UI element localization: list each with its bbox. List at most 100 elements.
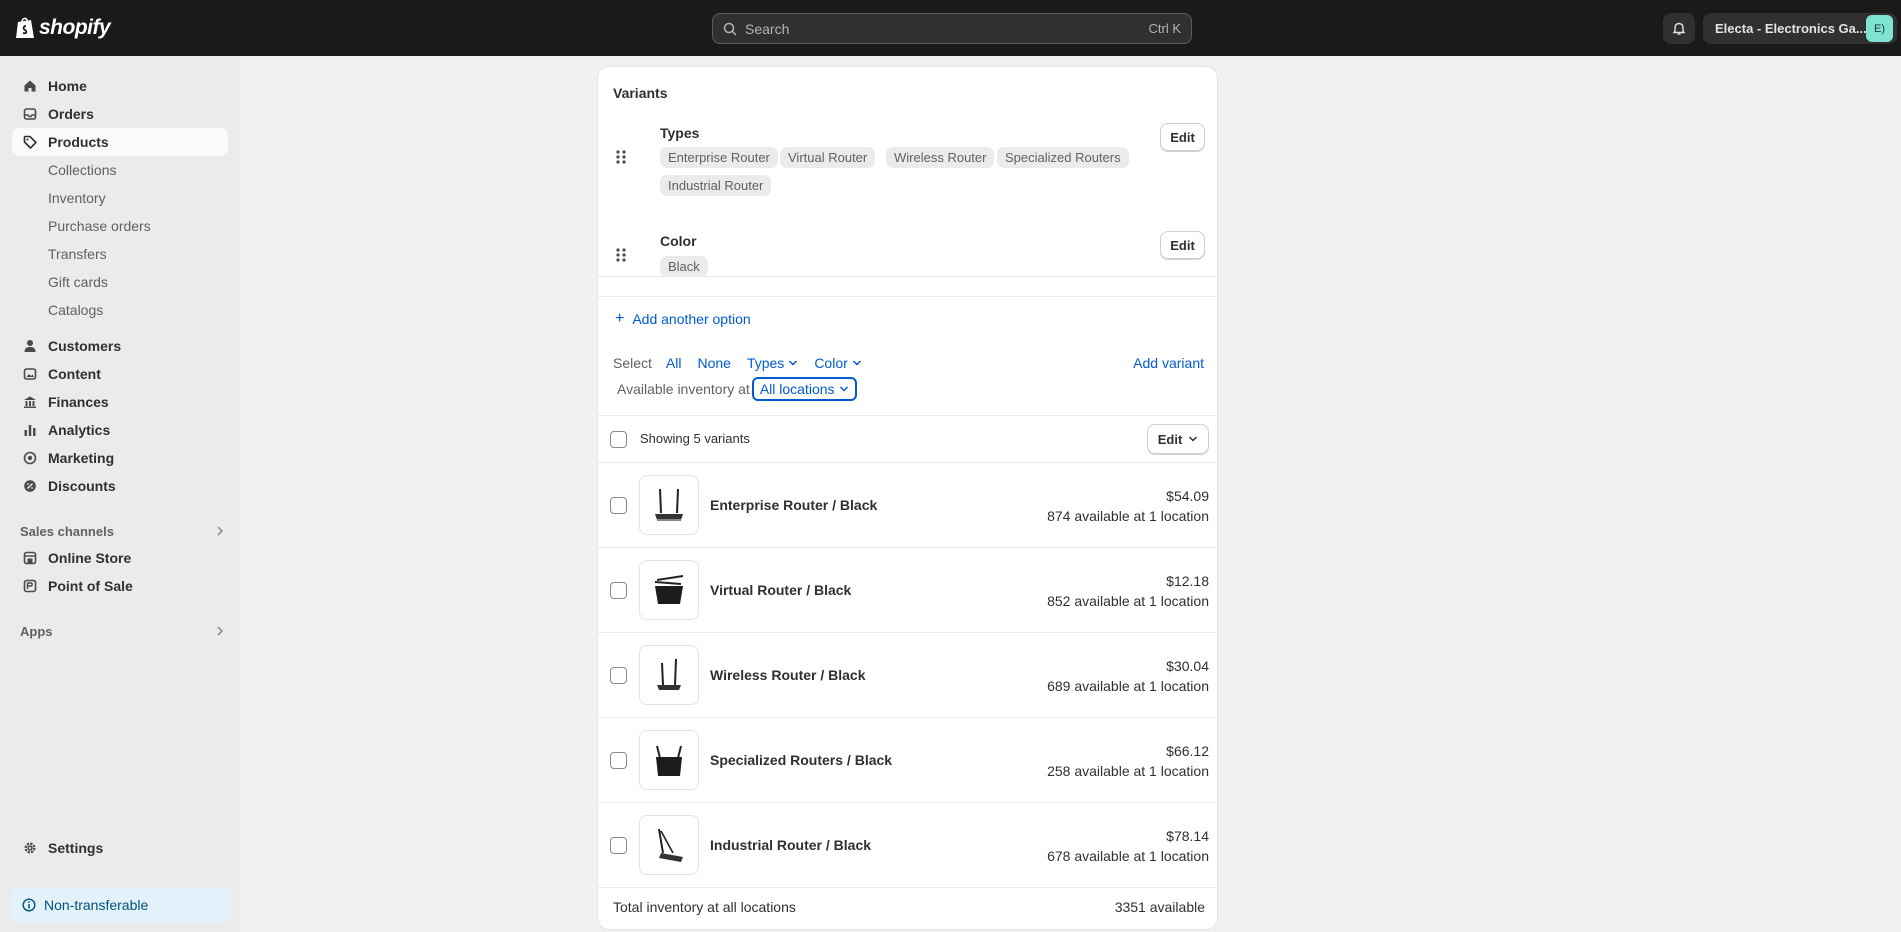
sidebar-item-marketing[interactable]: Marketing (12, 444, 228, 472)
chevron-down-icon (852, 360, 861, 366)
bar-chart-icon (22, 422, 38, 438)
sidebar-label: Customers (48, 338, 122, 354)
sidebar-subitem-transfers[interactable]: Transfers (48, 242, 107, 266)
option-value-chip: Wireless Router (886, 147, 995, 168)
sidebar-item-orders[interactable]: Orders (12, 100, 228, 128)
router-image (656, 745, 682, 776)
variant-name[interactable]: Enterprise Router / Black (710, 497, 877, 513)
search-input[interactable]: Search Ctrl K (712, 13, 1192, 44)
edit-option-types-button[interactable]: Edit (1160, 123, 1205, 151)
select-none-link[interactable]: None (697, 355, 730, 371)
variant-thumbnail[interactable] (639, 815, 699, 875)
person-icon (22, 338, 38, 354)
tag-icon (22, 134, 38, 150)
sidebar-label: Online Store (48, 550, 132, 566)
drag-handle-icon[interactable] (615, 149, 627, 165)
variant-checkbox[interactable] (610, 667, 627, 684)
sidebar-label: Discounts (48, 478, 116, 494)
inventory-location-row: Available inventory at All locations (617, 377, 857, 401)
store-menu-button[interactable]: Electa - Electronics Ga... E) (1703, 13, 1897, 44)
variant-thumbnail[interactable] (639, 475, 699, 535)
edit-option-color-button[interactable]: Edit (1160, 231, 1205, 259)
home-icon (22, 78, 38, 94)
sidebar-label: Orders (48, 106, 94, 122)
add-another-option-button[interactable]: + Add another option (615, 310, 751, 328)
variant-availability: 874 available at 1 location (1047, 508, 1209, 524)
sidebar-item-finances[interactable]: Finances (12, 388, 228, 416)
sidebar-subitem-collections[interactable]: Collections (48, 158, 116, 182)
bulk-edit-button[interactable]: Edit (1147, 424, 1209, 454)
sidebar-subitem-gift-cards[interactable]: Gift cards (48, 270, 108, 294)
sidebar-item-online-store[interactable]: Online Store (12, 544, 228, 572)
sidebar-item-home[interactable]: Home (12, 72, 228, 100)
search-shortcut: Ctrl K (1148, 21, 1182, 36)
variants-card-title: Variants (613, 85, 668, 101)
sidebar-item-content[interactable]: Content (12, 360, 228, 388)
variant-row[interactable]: Wireless Router / Black $30.04 689 avail… (598, 633, 1217, 718)
option-block-color: Color Edit Black (598, 211, 1217, 297)
variant-row[interactable]: Enterprise Router / Black $54.09 874 ava… (598, 463, 1217, 548)
select-all-checkbox[interactable] (610, 431, 627, 448)
variant-filter-row: Select All None Types Color Add variant (613, 353, 1204, 373)
variant-thumbnail[interactable] (639, 645, 699, 705)
sidebar-item-customers[interactable]: Customers (12, 332, 228, 360)
sidebar-item-point-of-sale[interactable]: Point of Sale (12, 572, 228, 600)
variant-row[interactable]: Virtual Router / Black $12.18 852 availa… (598, 548, 1217, 633)
variant-checkbox[interactable] (610, 582, 627, 599)
filter-color-label: Color (814, 355, 848, 371)
option-value-chip: Enterprise Router (660, 147, 778, 168)
sidebar-label: Finances (48, 394, 109, 410)
gear-icon (22, 840, 38, 856)
shopify-logo[interactable]: shopify (14, 16, 111, 40)
sidebar-item-analytics[interactable]: Analytics (12, 416, 228, 444)
chevron-down-icon (1189, 436, 1198, 442)
sidebar-subitem-catalogs[interactable]: Catalogs (48, 298, 103, 322)
sidebar-section-apps[interactable]: Apps (20, 622, 224, 640)
sidebar-label: Products (48, 134, 109, 150)
variant-checkbox[interactable] (610, 837, 627, 854)
option-name: Color (660, 233, 697, 249)
variant-name[interactable]: Wireless Router / Black (710, 667, 866, 683)
total-inventory-value: 3351 available (1114, 899, 1205, 915)
variant-name[interactable]: Virtual Router / Black (710, 582, 851, 598)
option-value-chip: Black (660, 256, 708, 277)
sidebar-label: Marketing (48, 450, 115, 466)
non-transferable-banner[interactable]: Non-transferable (10, 888, 232, 922)
store-avatar: E) (1866, 15, 1893, 42)
router-image (658, 828, 683, 862)
sidebar-item-products[interactable]: Products (12, 128, 228, 156)
logo-text: shopify (39, 16, 111, 39)
total-inventory-row: Total inventory at all locations 3351 av… (598, 889, 1217, 929)
sidebar-section-sales-channels[interactable]: Sales channels (20, 522, 224, 540)
filter-color-dropdown[interactable]: Color (814, 355, 861, 371)
location-value: All locations (759, 381, 835, 397)
add-variant-link[interactable]: Add variant (1133, 355, 1204, 371)
sidebar-subitem-inventory[interactable]: Inventory (48, 186, 106, 210)
chevron-right-icon (216, 624, 224, 639)
bulk-edit-label: Edit (1157, 431, 1183, 447)
variant-list-header: Showing 5 variants Edit (598, 415, 1217, 463)
variant-checkbox[interactable] (610, 752, 627, 769)
non-transferable-label: Non-transferable (44, 897, 149, 913)
notifications-button[interactable] (1663, 13, 1695, 44)
sidebar-item-discounts[interactable]: Discounts (12, 472, 228, 500)
variant-name[interactable]: Specialized Routers / Black (710, 752, 892, 768)
variant-thumbnail[interactable] (639, 560, 699, 620)
store-name: Electa - Electronics Ga... (1715, 21, 1867, 36)
variant-price: $30.04 (1166, 658, 1209, 674)
variant-row[interactable]: Industrial Router / Black $78.14 678 ava… (598, 803, 1217, 888)
variant-thumbnail[interactable] (639, 730, 699, 790)
sidebar-item-settings[interactable]: Settings (12, 834, 228, 862)
location-select[interactable]: All locations (751, 377, 857, 401)
orders-icon (22, 106, 38, 122)
variant-row[interactable]: Specialized Routers / Black $66.12 258 a… (598, 718, 1217, 803)
variant-checkbox[interactable] (610, 497, 627, 514)
filter-types-dropdown[interactable]: Types (747, 355, 798, 371)
variants-card: Variants Types Edit Enterprise Router Vi… (597, 66, 1218, 930)
variant-name[interactable]: Industrial Router / Black (710, 837, 871, 853)
drag-handle-icon[interactable] (615, 247, 627, 263)
sidebar-subitem-purchase-orders[interactable]: Purchase orders (48, 214, 151, 238)
showing-variants-label: Showing 5 variants (640, 431, 750, 446)
select-all-link[interactable]: All (666, 355, 682, 371)
shopify-bag-icon (16, 17, 34, 38)
